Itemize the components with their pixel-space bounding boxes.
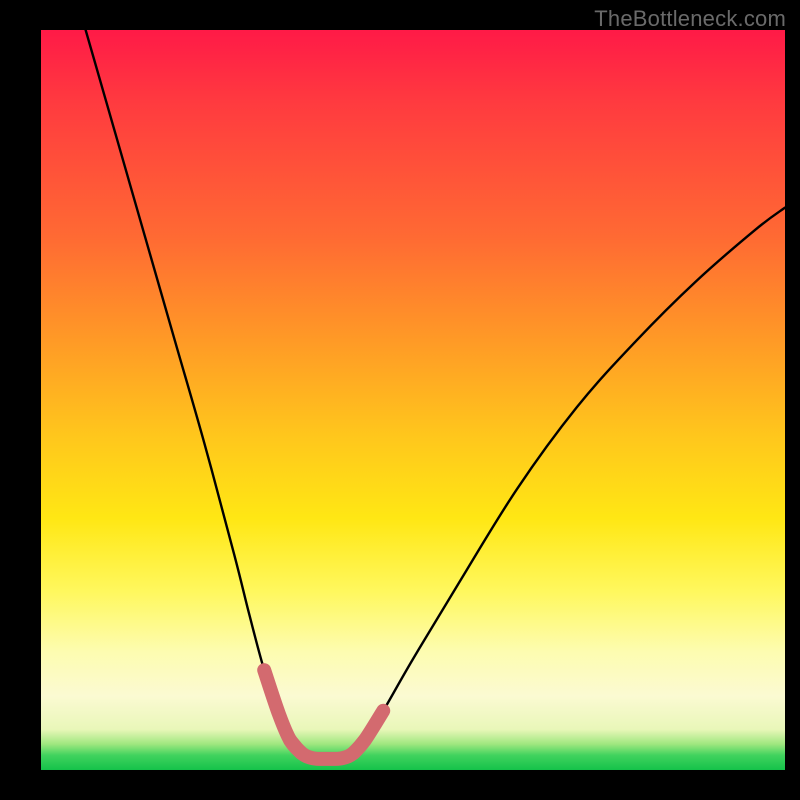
right-branch-highlight (353, 711, 383, 753)
left-branch-highlight (264, 670, 301, 753)
chart-frame: TheBottleneck.com (0, 0, 800, 800)
watermark-text: TheBottleneck.com (594, 6, 786, 32)
right-branch-path (353, 208, 785, 753)
left-branch-path (86, 30, 302, 753)
plot-area (41, 30, 785, 770)
curve-layer (41, 30, 785, 770)
